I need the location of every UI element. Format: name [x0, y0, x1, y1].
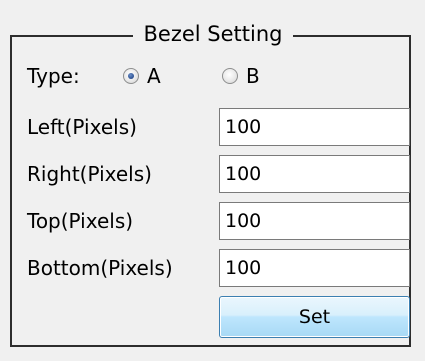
top-pixels-label: Top(Pixels) [27, 209, 134, 233]
right-pixels-label: Right(Pixels) [27, 162, 152, 186]
bottom-pixels-input[interactable] [219, 249, 410, 287]
top-pixels-input[interactable] [219, 202, 410, 240]
bottom-pixels-label: Bottom(Pixels) [27, 256, 173, 280]
type-label: Type: [27, 64, 80, 88]
bezel-setting-panel: Bezel Setting Type: A B Left(Pixels) Rig… [0, 0, 425, 361]
left-pixels-label: Left(Pixels) [27, 115, 137, 139]
radio-option-b[interactable]: B [222, 62, 260, 90]
right-pixels-input[interactable] [219, 155, 410, 193]
radio-a-label: A [147, 64, 161, 88]
radio-b-unchecked-icon[interactable] [222, 68, 238, 84]
group-title: Bezel Setting [133, 16, 293, 52]
set-button[interactable]: Set [219, 296, 410, 338]
radio-b-label: B [246, 64, 260, 88]
radio-a-checked-icon[interactable] [123, 68, 139, 84]
radio-option-a[interactable]: A [123, 62, 161, 90]
left-pixels-input[interactable] [219, 108, 410, 146]
